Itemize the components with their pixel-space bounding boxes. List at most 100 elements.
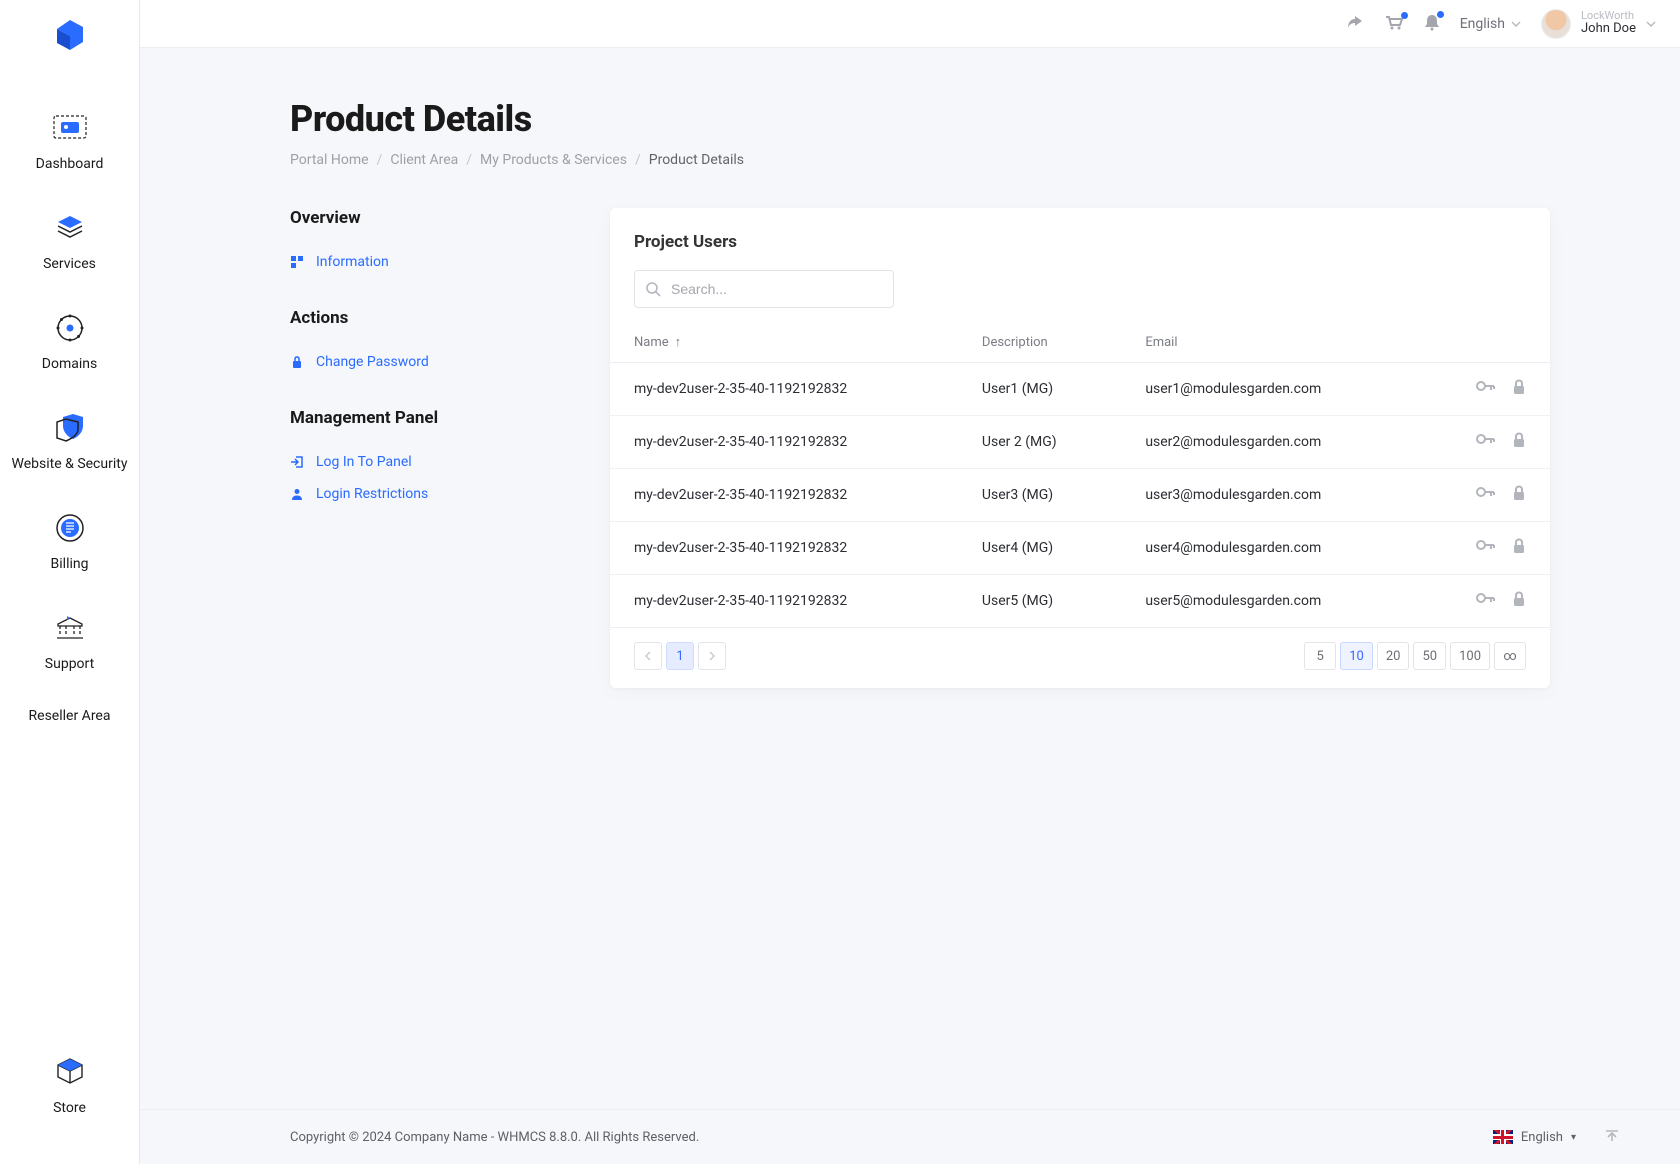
col-description[interactable]: Description — [958, 322, 1121, 363]
nav-item-services[interactable]: Services — [0, 190, 139, 290]
row-action-lock[interactable] — [1512, 538, 1526, 558]
cart-badge-dot — [1401, 12, 1408, 19]
sp-link-login-panel[interactable]: Log In To Panel — [290, 446, 570, 478]
table-row: my-dev2user-2-35-40-1192192832 User 2 (M… — [610, 416, 1550, 469]
sp-section-actions: Actions — [290, 308, 570, 328]
table-row: my-dev2user-2-35-40-1192192832 User1 (MG… — [610, 363, 1550, 416]
main-content: Product Details Portal Home/ Client Area… — [140, 48, 1680, 1109]
chevron-right-icon — [708, 651, 716, 661]
dashboard-icon — [52, 112, 88, 144]
page-size-option[interactable]: 10 — [1340, 642, 1373, 670]
sp-link-label: Change Password — [316, 354, 429, 370]
nav-label: Dashboard — [36, 156, 104, 172]
nav-item-domains[interactable]: Domains — [0, 290, 139, 390]
row-action-key[interactable] — [1476, 591, 1496, 611]
lock-icon — [1512, 379, 1526, 395]
key-icon — [1476, 538, 1496, 552]
nav-item-reseller[interactable]: Reseller Area — [0, 690, 139, 742]
services-icon — [54, 213, 86, 243]
users-table: Name↑ Description Email my-dev2user-2-35… — [610, 322, 1550, 628]
bell-icon[interactable] — [1424, 13, 1440, 35]
nav-label: Billing — [51, 556, 89, 572]
cell-name: my-dev2user-2-35-40-1192192832 — [610, 522, 958, 575]
cell-name: my-dev2user-2-35-40-1192192832 — [610, 575, 958, 628]
nav-label: Website & Security — [12, 456, 128, 472]
row-action-key[interactable] — [1476, 379, 1496, 399]
row-action-lock[interactable] — [1512, 485, 1526, 505]
chevron-left-icon — [644, 651, 652, 661]
language-label: English — [1460, 16, 1505, 32]
lock-icon — [1512, 485, 1526, 501]
cell-email: user2@modulesgarden.com — [1121, 416, 1419, 469]
nav-item-billing[interactable]: Billing — [0, 490, 139, 590]
row-action-key[interactable] — [1476, 538, 1496, 558]
breadcrumb-link[interactable]: My Products & Services — [480, 152, 627, 168]
row-action-key[interactable] — [1476, 432, 1496, 452]
row-action-key[interactable] — [1476, 485, 1496, 505]
page-size-option[interactable]: 20 — [1377, 642, 1410, 670]
cell-email: user3@modulesgarden.com — [1121, 469, 1419, 522]
breadcrumb-link[interactable]: Portal Home — [290, 152, 369, 168]
cart-icon[interactable] — [1384, 14, 1404, 34]
sp-link-label: Login Restrictions — [316, 486, 428, 502]
project-users-card: Project Users Name↑ Description Email — [610, 208, 1550, 688]
language-dropdown[interactable]: English — [1460, 16, 1521, 32]
nav-item-dashboard[interactable]: Dashboard — [0, 90, 139, 190]
row-action-lock[interactable] — [1512, 591, 1526, 611]
support-icon — [54, 614, 86, 642]
page-size-option[interactable]: 5 — [1304, 642, 1336, 670]
nav-list: Dashboard Services — [0, 90, 139, 742]
page-size-option[interactable]: 100 — [1450, 642, 1490, 670]
login-icon — [290, 455, 304, 469]
breadcrumb: Portal Home/ Client Area/ My Products & … — [290, 152, 1620, 168]
page-title: Product Details — [290, 98, 1620, 140]
cell-email: user4@modulesgarden.com — [1121, 522, 1419, 575]
key-icon — [1476, 432, 1496, 446]
pager-next[interactable] — [698, 642, 726, 670]
cell-description: User1 (MG) — [958, 363, 1121, 416]
side-panel: Overview Information Actions Change Pass… — [290, 208, 570, 510]
pager-page[interactable]: 1 — [666, 642, 694, 670]
chevron-down-icon — [1511, 21, 1521, 27]
page-size-option[interactable]: ∞ — [1494, 642, 1526, 670]
cell-description: User4 (MG) — [958, 522, 1121, 575]
lock-icon — [290, 355, 304, 369]
lock-icon — [1512, 432, 1526, 448]
card-title: Project Users — [610, 232, 1550, 270]
flag-uk-icon — [1493, 1130, 1513, 1144]
sp-link-login-restrictions[interactable]: Login Restrictions — [290, 478, 570, 510]
user-menu[interactable]: LockWorth John Doe — [1541, 9, 1656, 39]
key-icon — [1476, 591, 1496, 605]
table-row: my-dev2user-2-35-40-1192192832 User3 (MG… — [610, 469, 1550, 522]
pager-prev[interactable] — [634, 642, 662, 670]
cell-description: User5 (MG) — [958, 575, 1121, 628]
user-icon — [290, 487, 304, 501]
footer-language-dropdown[interactable]: English ▾ — [1493, 1130, 1576, 1145]
cell-name: my-dev2user-2-35-40-1192192832 — [610, 469, 958, 522]
scroll-to-top[interactable] — [1604, 1127, 1620, 1147]
billing-icon — [54, 512, 86, 544]
sp-link-label: Log In To Panel — [316, 454, 412, 470]
row-action-lock[interactable] — [1512, 432, 1526, 452]
nav-item-store[interactable]: Store — [42, 1034, 98, 1134]
page-size-option[interactable]: 50 — [1413, 642, 1446, 670]
sort-asc-icon: ↑ — [675, 335, 682, 350]
shield-icon — [53, 412, 87, 444]
nav-item-website-security[interactable]: Website & Security — [0, 390, 139, 490]
chevron-down-icon — [1646, 21, 1656, 27]
avatar — [1541, 9, 1571, 39]
search-input[interactable] — [661, 271, 893, 307]
cell-name: my-dev2user-2-35-40-1192192832 — [610, 363, 958, 416]
nav-label: Services — [43, 256, 96, 272]
breadcrumb-link[interactable]: Client Area — [390, 152, 458, 168]
sp-link-information[interactable]: Information — [290, 246, 570, 278]
sp-link-change-password[interactable]: Change Password — [290, 346, 570, 378]
row-action-lock[interactable] — [1512, 379, 1526, 399]
store-icon — [53, 1055, 87, 1089]
share-icon[interactable] — [1346, 14, 1364, 34]
pagination: 1 — [634, 642, 726, 670]
col-email[interactable]: Email — [1121, 322, 1419, 363]
col-name[interactable]: Name↑ — [610, 322, 958, 363]
nav-item-support[interactable]: Support — [0, 590, 139, 690]
brand-logo[interactable] — [53, 18, 87, 60]
